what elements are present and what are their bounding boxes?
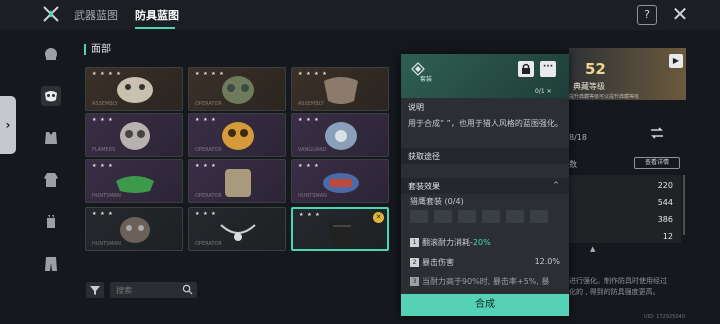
collection-level-sub: 提升典藏等级可以提升典藏等级 — [569, 94, 640, 100]
blueprint-card[interactable]: ★ ★ ★ OPERATOR — [188, 159, 286, 203]
source-label: 获取途径 — [408, 152, 440, 161]
mask-item-icon — [120, 122, 150, 150]
uid-text: UID: 172925040 — [644, 314, 685, 320]
blueprint-card[interactable]: ★ ★ ★ ✕ — [291, 207, 389, 251]
set-name: 猎鹰套装 (0/4) — [410, 197, 464, 206]
head-icon[interactable] — [41, 44, 61, 64]
set-bonus-row: 2 暴击伤害 12.0% — [410, 257, 560, 270]
search-box — [110, 282, 197, 298]
blueprint-card[interactable]: ★ ★ ★ ★ OPERATOR — [188, 67, 286, 111]
tab-weapon-blueprint[interactable]: 武器蓝图 — [74, 7, 118, 23]
set-effect-label: 套装效果 — [408, 182, 440, 191]
set-slot-mask-icon — [434, 210, 452, 223]
blueprint-card[interactable]: ★ ★ ★ HUNTSMAN — [85, 159, 183, 203]
collection-level-number: 52 — [585, 60, 606, 78]
card-brand-label: OPERATOR — [195, 241, 222, 247]
active-tab-indicator — [135, 27, 175, 29]
filter-icon[interactable] — [86, 282, 104, 298]
source-bar[interactable]: 获取途径 — [401, 148, 569, 164]
set-slot-vest-icon — [458, 210, 476, 223]
blueprint-card[interactable]: ★ ★ ★ HUNTSMAN — [85, 207, 183, 251]
view-details-button[interactable]: 查看详情 — [634, 157, 680, 169]
blueprint-card[interactable]: ★ ★ ★ FLAMERS — [85, 113, 183, 157]
progress-fraction: 8/18 — [569, 133, 587, 142]
set-slot-glove-icon — [506, 210, 524, 223]
card-brand-label: ASSEMBLY — [92, 101, 118, 107]
card-brand-label: HUNTSMAN — [92, 241, 121, 247]
section-title: 面部 — [84, 44, 111, 55]
set-effect-bar[interactable]: 套装效果 — [401, 178, 569, 194]
blueprint-card[interactable]: ★ ★ ★ OPERATOR — [188, 113, 286, 157]
stat-value: 544 — [657, 198, 673, 207]
stat-value: 220 — [657, 181, 673, 190]
swap-icon[interactable] — [649, 125, 665, 141]
banner-arrow-icon[interactable]: ▶ — [669, 54, 683, 68]
stat-value: 12 — [662, 232, 673, 241]
blueprint-card[interactable]: ★ ★ ★ OPERATOR — [188, 207, 286, 251]
lock-icon[interactable] — [518, 61, 534, 77]
blueprint-card[interactable]: ★ ★ ★ ★ ASSEMBLY — [85, 67, 183, 111]
jacket-icon[interactable] — [41, 170, 61, 190]
card-brand-label: HUNTSMAN — [92, 193, 121, 199]
stat-list: 220 544 386 12 — [569, 175, 681, 243]
set-bonus-row: 1 翻滚耐力消耗-20% — [410, 237, 560, 250]
collapse-caret-icon[interactable]: ▲ — [590, 245, 595, 253]
set-slot-head-icon — [410, 210, 428, 223]
popup-set-label: 套装 — [420, 76, 433, 83]
vest-icon[interactable] — [41, 128, 61, 148]
right-description: 图进行强化。制作防具时使用经过 强化的 , 得到的防具强度更高。 — [562, 277, 667, 296]
item-detail-popup: 套装 ··· 0/1 ✕ 说明 用于合成“ ”，也用于猎人风格的蓝图强化。 获取… — [401, 54, 569, 316]
category-sidebar — [33, 36, 69, 286]
stat-value: 386 — [657, 215, 673, 224]
set-bonus-row: 3 当耐力高于90%时, 暴击率+5%, 暴 — [410, 276, 560, 286]
stat-scrollbar[interactable] — [683, 175, 685, 235]
glove-icon[interactable] — [41, 212, 61, 232]
set-slot-jacket-icon — [482, 210, 500, 223]
card-brand-label: OPERATOR — [195, 193, 222, 199]
collection-level-label: 典藏等级 — [573, 82, 605, 91]
blueprint-card[interactable]: ★ ★ ★ VANGUARD — [291, 113, 389, 157]
more-options-icon[interactable]: ··· — [540, 61, 556, 77]
description-text: 用于合成“ ”，也用于猎人风格的蓝图强化。 — [408, 119, 563, 128]
pants-icon[interactable] — [41, 254, 61, 274]
expand-sidebar-chevron-icon[interactable]: › — [0, 96, 16, 154]
card-brand-label: ASSEMBLY — [298, 101, 324, 107]
close-icon[interactable]: ✕ — [670, 4, 690, 25]
card-brand-label: HUNTSMAN — [298, 193, 327, 199]
stats-label: 数 — [569, 160, 577, 169]
craft-button[interactable]: 合成 — [401, 294, 569, 316]
set-slot-pants-icon — [530, 210, 548, 223]
card-brand-label: OPERATOR — [195, 101, 222, 107]
tab-armor-blueprint[interactable]: 防具蓝图 — [135, 7, 179, 23]
card-brand-label: FLAMERS — [92, 147, 116, 153]
blueprint-card[interactable]: ★ ★ ★ HUNTSMAN — [291, 159, 389, 203]
description-label: 说明 — [408, 103, 424, 112]
set-effect-caret-icon[interactable]: ^ — [553, 181, 559, 189]
mask-icon[interactable] — [41, 86, 61, 106]
game-logo-icon — [43, 6, 59, 22]
help-button[interactable]: ? — [637, 5, 657, 25]
card-brand-label: VANGUARD — [298, 147, 327, 153]
card-brand-label: OPERATOR — [195, 147, 222, 153]
mask-item-icon — [329, 220, 355, 246]
selected-badge-icon: ✕ — [373, 212, 384, 223]
search-icon[interactable] — [182, 284, 193, 295]
search-input[interactable] — [116, 283, 178, 297]
blueprint-card[interactable]: ★ ★ ★ ★ ASSEMBLY — [291, 67, 389, 111]
owned-count: 0/1 ✕ — [535, 88, 552, 95]
